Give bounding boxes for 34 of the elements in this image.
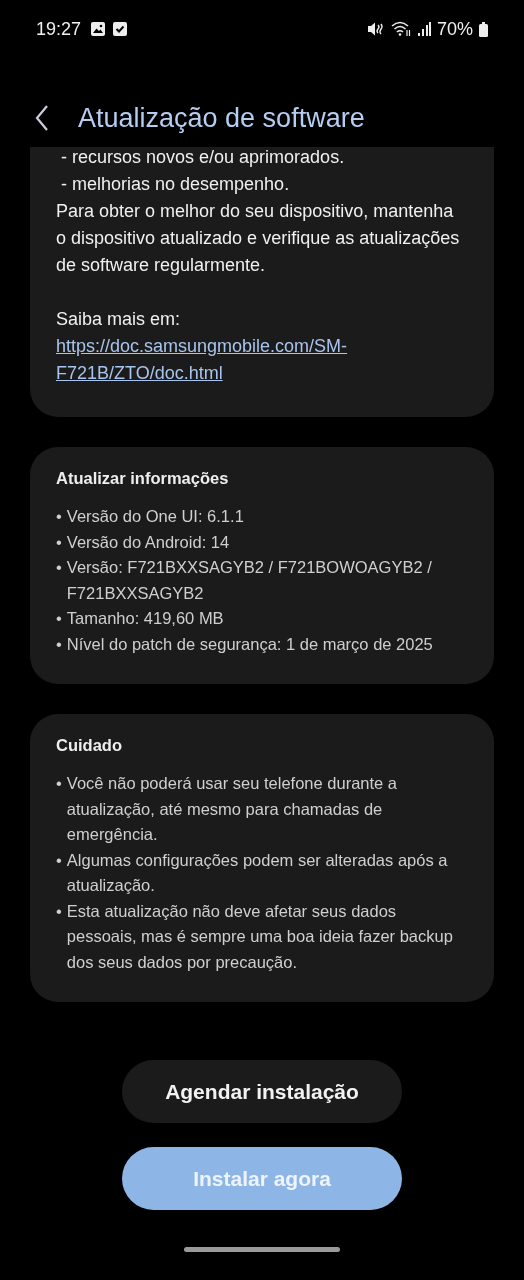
wifi-icon (390, 21, 411, 37)
gallery-icon (90, 21, 107, 37)
list-text: Esta atualização não deve afetar seus dados pessoais, mas é sempre uma boa ideia fazer backup dos seus dados por precaução. (66, 900, 454, 973)
bullet-mark: • (56, 506, 62, 527)
checkbox-icon (112, 21, 129, 37)
list-text: Versão: F721BXXSAGYB2 / F721BOWOAGYB2 / F721BXXSAGYB2 (66, 557, 433, 604)
card-title: Cuidado (56, 736, 123, 755)
bullet-mark: • (56, 900, 62, 922)
note-text: - melhorias no desempenho. (60, 173, 291, 196)
mute-icon (366, 21, 385, 37)
bullet-mark: • (56, 608, 62, 629)
list-text: Versão do One UI: 6.1.1 (66, 506, 244, 527)
list-text: Algumas configurações podem ser alteradas após a atualização. (66, 849, 449, 896)
bullet-mark: • (56, 773, 62, 794)
bullet-mark: • (56, 633, 62, 655)
battery-icon (479, 21, 488, 37)
note-text: - recursos novos e/ou aprimorados. (60, 146, 346, 169)
back-button[interactable] (34, 104, 50, 132)
list-text: Você não poderá usar seu telefone durante a atualização, até mesmo para chamadas de emergência. (66, 773, 399, 845)
signal-icon (416, 21, 431, 37)
bullet-mark: • (56, 531, 62, 553)
status-time: 19:27 (36, 18, 82, 40)
bullet-mark: • (56, 849, 62, 871)
documentation-link[interactable]: https://doc.samsungmobile.com/SM-F721B/ZTO/doc.html (56, 333, 468, 387)
page-title: Atualização de software (78, 102, 365, 134)
list-text: Tamanho: 419,60 MB (66, 608, 224, 629)
battery-percentage: 70% (436, 18, 473, 40)
card-title: Atualizar informações (56, 469, 230, 488)
schedule-button[interactable]: Agendar instalação (122, 1060, 402, 1123)
list-text: Nível do patch de segurança: 1 de março de 2025 (66, 633, 433, 655)
bullet-mark: • (56, 557, 62, 578)
list-text: Versão do Android: 14 (66, 531, 230, 553)
description-text: Para obter o melhor do seu dispositivo, mantenha o dispositivo atualizado e verifique as atualizações de software regularmente. (56, 200, 461, 277)
more-info-label: Saiba mais em: (56, 308, 182, 331)
